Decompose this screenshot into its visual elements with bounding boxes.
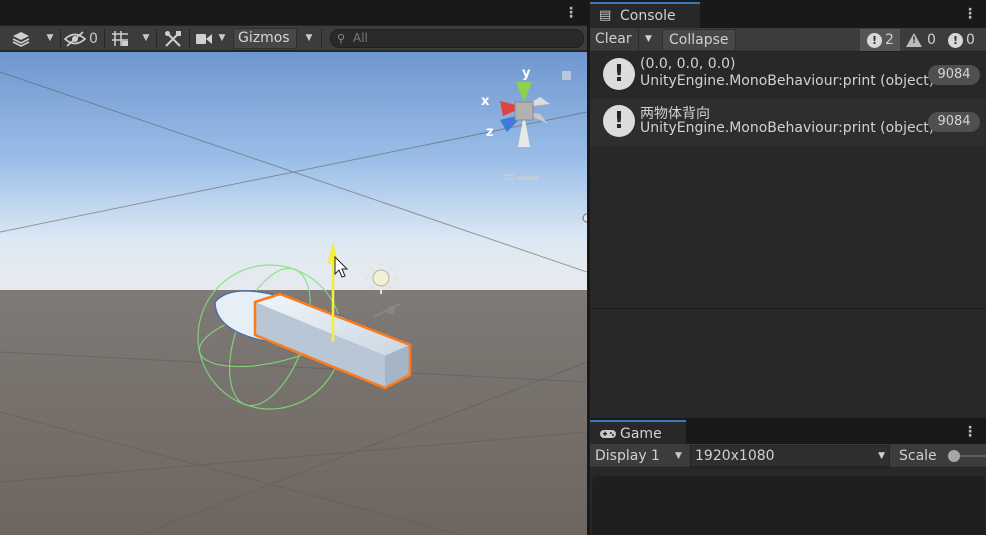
- display-dropdown-arrow-icon[interactable]: ▼: [675, 444, 682, 468]
- scene-visibility-button[interactable]: 0: [64, 28, 100, 49]
- game-toolbar: Display 1 ▼ 1920x1080 ▼ Scale: [590, 444, 986, 468]
- resolution-dropdown[interactable]: 1920x1080 ▼: [690, 445, 890, 467]
- toolbar-separator: [321, 29, 322, 48]
- error-icon: !: [867, 32, 882, 48]
- grid-dropdown-arrow-icon[interactable]: ▼: [139, 28, 153, 49]
- warning-count: 0: [927, 32, 936, 48]
- scene-menu-icon[interactable]: ⋮: [564, 3, 578, 23]
- draw-mode-dropdown-arrow-icon[interactable]: ▼: [43, 28, 57, 49]
- camera-dropdown-arrow-icon[interactable]: ▼: [215, 28, 229, 49]
- log-entry-count-badge: 9084: [928, 112, 980, 132]
- hidden-eye-icon: [64, 30, 86, 47]
- console-tab-label: Console: [620, 8, 676, 24]
- scene-toolbar: ▼ 0 ▼ ▼ Gizmos ▼ ⚲ All: [0, 26, 587, 51]
- scale-label: Scale: [899, 448, 937, 464]
- clear-dropdown-arrow-icon[interactable]: ▼: [638, 28, 658, 51]
- axis-label-y: y: [522, 66, 531, 81]
- toolbar-separator: [104, 29, 105, 48]
- scene-search-input[interactable]: ⚲ All: [330, 29, 584, 48]
- toolbar-separator: [156, 29, 157, 48]
- console-tab-bar: ▤ Console ⋮: [590, 0, 986, 28]
- toolbar-separator: [189, 29, 190, 48]
- resolution-label: 1920x1080: [695, 448, 775, 464]
- log-entry-message: (0.0, 0.0, 0.0): [640, 56, 736, 72]
- game-tab-bar: Game ⋮: [590, 418, 986, 446]
- console-list-icon: ▤: [599, 8, 612, 23]
- console-detail-area[interactable]: [590, 308, 986, 418]
- clear-button[interactable]: Clear: [595, 28, 632, 51]
- scene-render: y x z: [0, 52, 587, 535]
- info-filter-toggle[interactable]: ! 0: [946, 29, 986, 51]
- console-toolbar: Clear ▼ Collapse ! 2 ! 0 ! 0: [590, 28, 986, 52]
- axis-label-z: z: [486, 125, 494, 140]
- console-menu-icon[interactable]: ⋮: [963, 4, 977, 24]
- error-count: 2: [885, 32, 894, 48]
- tab-game[interactable]: Game: [590, 420, 686, 446]
- camera-icon[interactable]: [193, 28, 215, 49]
- info-count: 0: [966, 32, 975, 48]
- console-panel: ▤ Console ⋮ Clear ▼ Collapse ! 2 ! 0 ! 0…: [590, 0, 986, 418]
- axis-label-x: x: [481, 94, 490, 109]
- game-panel: Game ⋮ Display 1 ▼ 1920x1080 ▼ Scale: [590, 418, 986, 535]
- log-entry-count-badge: 9084: [928, 65, 980, 85]
- tools-icon[interactable]: [160, 28, 186, 49]
- log-entry-source: UnityEngine.MonoBehaviour:print (object): [640, 120, 935, 136]
- light-handle: [387, 306, 395, 314]
- console-log-list[interactable]: ! (0.0, 0.0, 0.0) UnityEngine.MonoBehavi…: [590, 52, 986, 308]
- log-message-icon: !: [603, 58, 635, 90]
- gizmos-dropdown-arrow-icon[interactable]: ▼: [302, 28, 316, 49]
- error-filter-toggle[interactable]: ! 2: [860, 29, 900, 51]
- warning-filter-toggle[interactable]: ! 0: [904, 29, 944, 51]
- log-message-icon: !: [603, 105, 635, 137]
- log-entry-source: UnityEngine.MonoBehaviour:print (object): [640, 73, 935, 89]
- draw-mode-layers-icon[interactable]: [8, 28, 34, 49]
- hidden-count: 0: [89, 30, 98, 47]
- game-view[interactable]: [592, 476, 986, 535]
- scene-tab-bar: ⋮: [0, 0, 587, 26]
- game-tab-label: Game: [620, 426, 662, 442]
- search-icon: ⚲: [337, 32, 346, 45]
- tab-console[interactable]: ▤ Console: [590, 2, 700, 28]
- scene-viewport[interactable]: y x z: [0, 52, 587, 535]
- game-menu-icon[interactable]: ⋮: [963, 422, 977, 442]
- display-dropdown[interactable]: Display 1: [595, 444, 660, 468]
- log-entry[interactable]: ! 两物体背向 UnityEngine.MonoBehaviour:print …: [590, 99, 986, 146]
- log-entry[interactable]: ! (0.0, 0.0, 0.0) UnityEngine.MonoBehavi…: [590, 52, 986, 99]
- grid-snapping-icon[interactable]: [108, 28, 132, 49]
- warning-icon: !: [906, 33, 922, 47]
- resolution-dropdown-arrow-icon: ▼: [878, 451, 885, 461]
- scene-panel: ⋮ ▼ 0 ▼ ▼ Gizmos ▼ ⚲ All y x z: [0, 0, 587, 535]
- collapse-button[interactable]: Collapse: [662, 29, 736, 51]
- info-icon: !: [948, 32, 963, 48]
- scale-slider-handle[interactable]: [948, 450, 960, 462]
- gizmos-button[interactable]: Gizmos: [233, 28, 297, 49]
- search-placeholder: All: [353, 31, 368, 45]
- toolbar-separator: [60, 29, 61, 48]
